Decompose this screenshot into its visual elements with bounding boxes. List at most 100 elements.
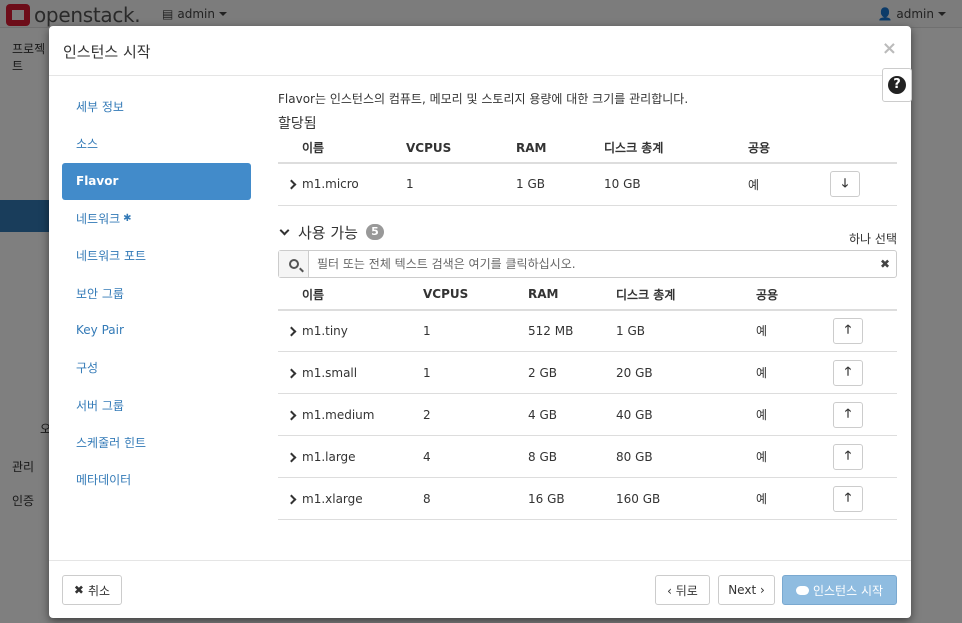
nav-metadata[interactable]: 메타데이터 bbox=[62, 461, 251, 498]
next-button[interactable]: Next › bbox=[718, 575, 775, 605]
clear-search-icon[interactable]: ✖ bbox=[874, 257, 896, 271]
col-vcpus[interactable]: VCPUS bbox=[423, 279, 528, 311]
table-row: m1.xlarge 8 16 GB 160 GB 예 🡑 bbox=[278, 477, 897, 520]
nav-label: 세부 정보 bbox=[76, 100, 124, 115]
action-cell: 🡑 bbox=[833, 351, 897, 394]
nav-label: 네트워크 포트 bbox=[76, 249, 147, 264]
flavor-public: 예 bbox=[756, 477, 833, 520]
arrow-down-icon: 🡓 bbox=[841, 175, 849, 190]
flavor-disk: 160 GB bbox=[616, 477, 756, 520]
nav-details[interactable]: 세부 정보 bbox=[62, 88, 251, 125]
available-heading: 사용 가능 bbox=[298, 223, 358, 242]
next-label: Next › bbox=[728, 583, 765, 597]
flavor-name: m1.medium bbox=[302, 393, 423, 436]
flavor-public: 예 bbox=[756, 435, 833, 478]
flavor-vcpus: 2 bbox=[423, 393, 528, 436]
flavor-ram: 16 GB bbox=[528, 477, 616, 520]
allocate-button[interactable]: 🡑 bbox=[833, 401, 863, 428]
cancel-button[interactable]: ✖ 취소 bbox=[62, 575, 122, 605]
nav-label: Key Pair bbox=[76, 323, 124, 338]
action-cell: 🡑 bbox=[833, 309, 897, 352]
flavor-vcpus: 1 bbox=[423, 309, 528, 352]
available-header: 사용 가능 5 하나 선택 bbox=[278, 218, 897, 248]
flavor-vcpus: 1 bbox=[423, 351, 528, 394]
nav-network-ports[interactable]: 네트워크 포트 bbox=[62, 237, 251, 274]
expand-toggle[interactable] bbox=[278, 351, 302, 394]
nav-label: 서버 그룹 bbox=[76, 398, 124, 413]
chevron-right-icon bbox=[286, 326, 296, 337]
arrow-up-icon: 🡑 bbox=[844, 364, 852, 378]
action-cell: 🡓 bbox=[830, 163, 897, 206]
col-name[interactable]: 이름 bbox=[302, 133, 406, 164]
allocated-table: 이름 VCPUS RAM 디스크 총계 공용 m1.micro 1 1 GB 1… bbox=[278, 133, 897, 206]
flavor-ram: 8 GB bbox=[528, 435, 616, 478]
flavor-disk: 1 GB bbox=[616, 309, 756, 352]
col-public[interactable]: 공용 bbox=[748, 133, 830, 164]
chevron-down-icon bbox=[279, 225, 290, 235]
table-header-row: 이름 VCPUS RAM 디스크 총계 공용 bbox=[278, 133, 897, 164]
cancel-label: 취소 bbox=[87, 583, 111, 598]
search-input[interactable] bbox=[309, 250, 874, 277]
launch-instance-modal: 인스턴스 시작 × ? 세부 정보 소스 Flavor 네트워크 ✱ 네트워크 포… bbox=[49, 26, 912, 618]
required-icon: ✱ bbox=[123, 213, 132, 225]
nav-networks[interactable]: 네트워크 ✱ bbox=[62, 200, 251, 237]
nav-security-groups[interactable]: 보안 그룹 bbox=[62, 274, 251, 311]
nav-configuration[interactable]: 구성 bbox=[62, 349, 251, 386]
col-vcpus[interactable]: VCPUS bbox=[406, 133, 516, 164]
flavor-name: m1.small bbox=[302, 351, 423, 394]
table-row: m1.small 1 2 GB 20 GB 예 🡑 bbox=[278, 351, 897, 394]
expand-toggle[interactable] bbox=[278, 435, 302, 478]
back-label: ‹ 뒤로 bbox=[667, 583, 698, 598]
col-ram[interactable]: RAM bbox=[528, 279, 616, 311]
allocated-heading: 할당됨 bbox=[278, 116, 317, 132]
col-name[interactable]: 이름 bbox=[302, 279, 423, 311]
nav-server-groups[interactable]: 서버 그룹 bbox=[62, 386, 251, 423]
nav-flavor[interactable]: Flavor bbox=[62, 162, 251, 200]
deallocate-button[interactable]: 🡓 bbox=[830, 171, 860, 198]
expand-toggle[interactable] bbox=[278, 309, 302, 352]
chevron-right-icon bbox=[286, 452, 296, 462]
search-icon bbox=[288, 258, 299, 269]
col-disk[interactable]: 디스크 총계 bbox=[616, 279, 756, 311]
allocate-button[interactable]: 🡑 bbox=[833, 317, 863, 344]
wizard-nav: 세부 정보 소스 Flavor 네트워크 ✱ 네트워크 포트 보안 그룹 Key … bbox=[62, 88, 251, 498]
nav-key-pair[interactable]: Key Pair bbox=[62, 312, 251, 349]
launch-instance-button[interactable]: 인스턴스 시작 bbox=[782, 575, 897, 605]
flavor-ram: 2 GB bbox=[528, 351, 616, 394]
flavor-disk: 10 GB bbox=[604, 163, 748, 206]
col-public[interactable]: 공용 bbox=[756, 279, 833, 311]
filter-search-bar: ✖ bbox=[278, 249, 897, 278]
action-col-header bbox=[833, 279, 897, 311]
col-ram[interactable]: RAM bbox=[516, 133, 604, 164]
nav-scheduler-hints[interactable]: 스케줄러 힌트 bbox=[62, 424, 251, 461]
table-row: m1.micro 1 1 GB 10 GB 예 🡓 bbox=[278, 163, 897, 206]
nav-label: 구성 bbox=[76, 361, 99, 376]
flavor-disk: 20 GB bbox=[616, 351, 756, 394]
expand-col-header bbox=[278, 133, 302, 164]
chevron-right-icon bbox=[286, 494, 296, 504]
flavor-disk: 40 GB bbox=[616, 393, 756, 436]
flavor-ram: 4 GB bbox=[528, 393, 616, 436]
expand-toggle[interactable] bbox=[278, 163, 302, 206]
back-button[interactable]: ‹ 뒤로 bbox=[655, 575, 710, 605]
expand-col-header bbox=[278, 279, 302, 311]
expand-toggle[interactable] bbox=[278, 477, 302, 520]
expand-toggle[interactable] bbox=[278, 393, 302, 436]
close-icon[interactable]: × bbox=[882, 38, 897, 59]
allocate-button[interactable]: 🡑 bbox=[833, 443, 863, 470]
available-toggle[interactable]: 사용 가능 5 bbox=[278, 222, 384, 243]
arrow-up-icon: 🡑 bbox=[844, 490, 852, 504]
select-one-text: 하나 선택 bbox=[849, 231, 897, 246]
allocate-button[interactable]: 🡑 bbox=[833, 485, 863, 512]
available-table: 이름 VCPUS RAM 디스크 총계 공용 m1.tiny 1 512 MB … bbox=[278, 279, 897, 520]
col-disk[interactable]: 디스크 총계 bbox=[604, 133, 748, 164]
nav-label: 메타데이터 bbox=[76, 473, 132, 488]
nav-label: 네트워크 bbox=[76, 212, 121, 227]
allocate-button[interactable]: 🡑 bbox=[833, 359, 863, 386]
nav-label: 소스 bbox=[76, 137, 99, 152]
nav-source[interactable]: 소스 bbox=[62, 125, 251, 162]
chevron-right-icon bbox=[286, 179, 296, 190]
table-row: m1.large 4 8 GB 80 GB 예 🡑 bbox=[278, 435, 897, 478]
modal-title: 인스턴스 시작 bbox=[63, 43, 151, 61]
flavor-public: 예 bbox=[756, 309, 833, 352]
